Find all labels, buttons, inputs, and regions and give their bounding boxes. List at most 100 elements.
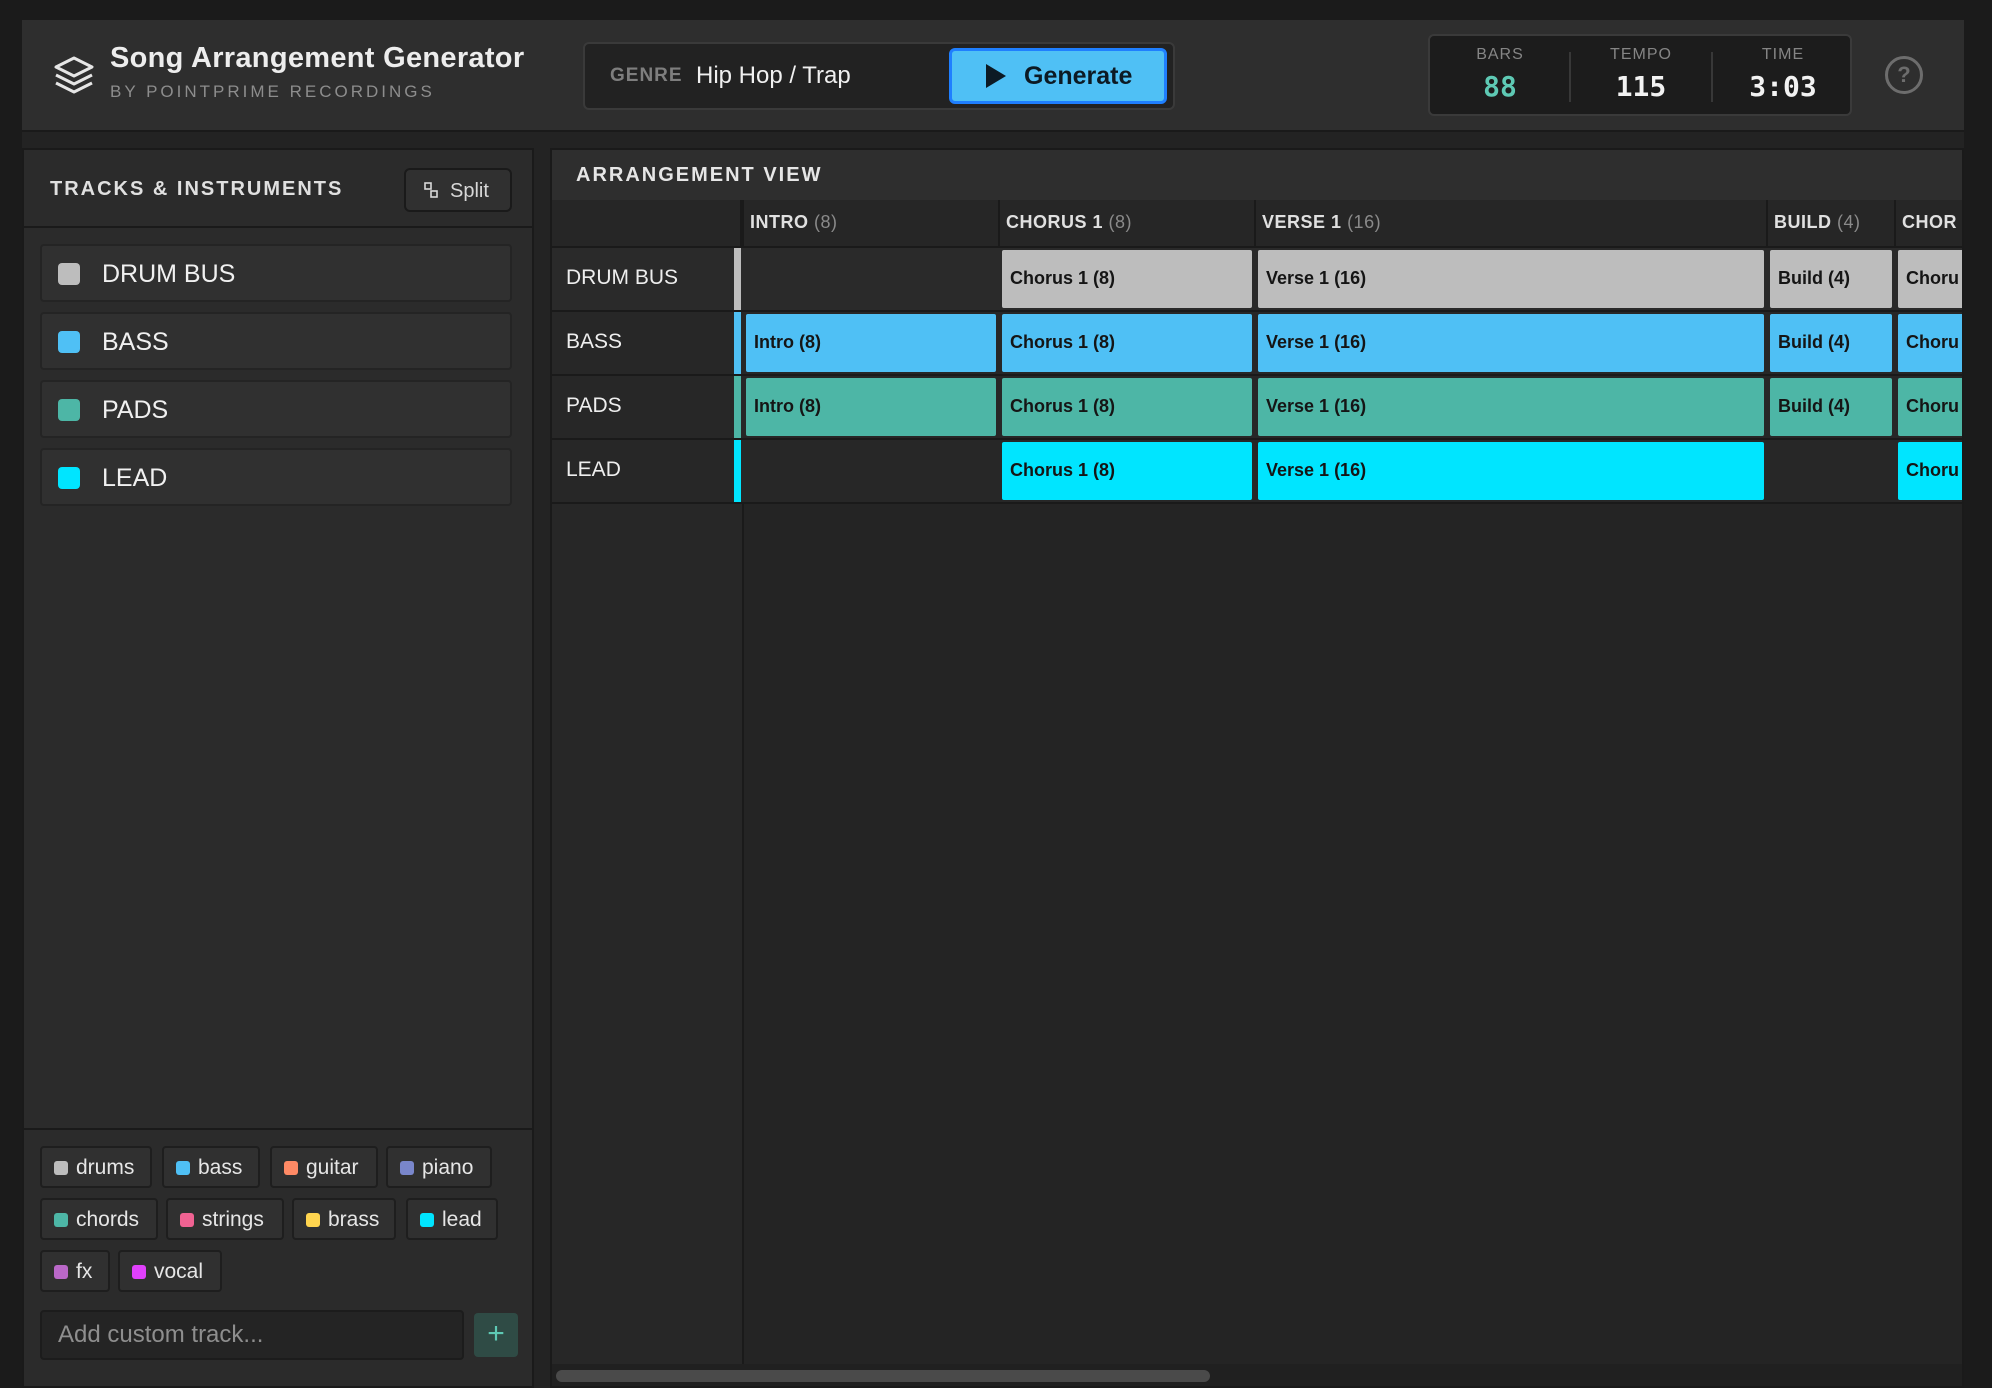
clip[interactable]: Build (4) (1770, 250, 1892, 308)
tracks-panel: TRACKS & INSTRUMENTS Split DRUM BUS BASS… (22, 148, 534, 1388)
clip[interactable]: Intro (8) (746, 314, 996, 372)
custom-track-input[interactable] (40, 1310, 464, 1360)
clip[interactable]: Chorus 1 (8) (1002, 442, 1252, 500)
scrollbar-thumb[interactable] (556, 1370, 1210, 1382)
preset-chip-strings[interactable]: strings (166, 1198, 284, 1240)
clip[interactable]: Choru (1898, 250, 1962, 308)
preset-label: strings (202, 1208, 264, 1231)
add-track-button[interactable]: + (474, 1313, 518, 1357)
clip[interactable]: Choru (1898, 314, 1962, 372)
clip[interactable]: Choru (1898, 442, 1962, 500)
section-name: CHORUS 1 (1006, 212, 1104, 232)
clip-label: Chorus 1 (8) (1010, 460, 1116, 480)
track-row-accent (734, 248, 741, 310)
preset-chip-piano[interactable]: piano (386, 1146, 492, 1188)
clip-label: Chorus 1 (8) (1010, 332, 1116, 352)
split-button[interactable]: Split (404, 168, 512, 212)
section-bars: (8) (1108, 212, 1133, 232)
track-item-pads[interactable]: PADS (40, 380, 512, 438)
clip-label: Build (4) (1778, 332, 1850, 352)
track-color-swatch (58, 331, 80, 353)
clip-label: Intro (8) (754, 332, 821, 352)
track-row-label: PADS (566, 394, 622, 417)
split-icon (424, 182, 438, 198)
arrangement-header: ARRANGEMENT VIEW (552, 150, 1962, 200)
preset-chip-fx[interactable]: fx (40, 1250, 110, 1292)
section-header-intro[interactable]: INTRO (8) (742, 200, 998, 248)
clip-label: Choru (1906, 332, 1959, 352)
track-color-swatch (58, 467, 80, 489)
stat-bars: BARS 88 (1430, 36, 1570, 114)
track-name: PADS (102, 396, 169, 424)
genre-label: GENRE (610, 65, 683, 86)
preset-color-dot (284, 1161, 298, 1175)
clip-label: Choru (1906, 268, 1959, 288)
clip-label: Build (4) (1778, 268, 1850, 288)
clip[interactable]: Build (4) (1770, 314, 1892, 372)
section-header-verse-1[interactable]: VERSE 1 (16) (1254, 200, 1766, 248)
preset-label: fx (76, 1260, 93, 1283)
preset-chip-lead[interactable]: lead (406, 1198, 498, 1240)
section-header-chorus-1[interactable]: CHORUS 1 (8) (998, 200, 1254, 248)
track-item-lead[interactable]: LEAD (40, 448, 512, 506)
preset-color-dot (54, 1213, 68, 1227)
stat-value: 88 (1483, 70, 1517, 103)
clip[interactable]: Verse 1 (16) (1258, 442, 1764, 500)
preset-label: lead (442, 1208, 482, 1231)
help-icon[interactable]: ? (1885, 56, 1923, 94)
preset-chip-guitar[interactable]: guitar (270, 1146, 378, 1188)
clip-label: Verse 1 (16) (1266, 268, 1367, 288)
song-stats: BARS 88 TEMPO 115 TIME 3:03 (1428, 34, 1852, 116)
track-name: LEAD (102, 464, 168, 492)
section-name: CHOR (1902, 212, 1957, 232)
clip[interactable]: Chorus 1 (8) (1002, 378, 1252, 436)
play-icon (986, 64, 1006, 88)
track-row-accent (734, 376, 741, 438)
clip[interactable]: Intro (8) (746, 378, 996, 436)
preset-color-dot (54, 1265, 68, 1279)
preset-label: chords (76, 1208, 140, 1231)
preset-color-dot (176, 1161, 190, 1175)
genre-value[interactable]: Hip Hop / Trap (696, 62, 851, 90)
app-frame: Song Arrangement Generator BY POINTPRIME… (22, 20, 1964, 1388)
clip[interactable]: Verse 1 (16) (1258, 314, 1764, 372)
preset-color-dot (180, 1213, 194, 1227)
app-title: Song Arrangement Generator (110, 42, 525, 74)
clip[interactable]: Verse 1 (16) (1258, 250, 1764, 308)
track-row-drum-bus: DRUM BUS Chorus 1 (8) Verse 1 (16) Build… (552, 248, 1962, 312)
preset-chip-brass[interactable]: brass (292, 1198, 396, 1240)
stat-value: 3:03 (1749, 70, 1817, 103)
preset-color-dot (420, 1213, 434, 1227)
preset-label: brass (328, 1208, 380, 1231)
horizontal-scrollbar[interactable] (552, 1364, 1962, 1386)
section-bars: (16) (1347, 212, 1382, 232)
preset-color-dot (54, 1161, 68, 1175)
tracks-panel-title: TRACKS & INSTRUMENTS (50, 178, 344, 200)
preset-chip-chords[interactable]: chords (40, 1198, 158, 1240)
clip[interactable]: Chorus 1 (8) (1002, 314, 1252, 372)
split-label: Split (450, 180, 489, 202)
track-color-swatch (58, 399, 80, 421)
stat-label: TEMPO (1610, 46, 1672, 63)
track-row-label: LEAD (566, 458, 621, 481)
clip[interactable]: Build (4) (1770, 378, 1892, 436)
section-name: VERSE 1 (1262, 212, 1342, 232)
stat-time: TIME 3:03 (1713, 36, 1853, 114)
clip[interactable]: Choru (1898, 378, 1962, 436)
generate-button[interactable]: Generate (949, 48, 1167, 104)
genre-selector[interactable]: GENRE Hip Hop / Trap Generate (583, 42, 1175, 110)
clip[interactable]: Chorus 1 (8) (1002, 250, 1252, 308)
clip-label: Verse 1 (16) (1266, 396, 1367, 416)
preset-chip-vocal[interactable]: vocal (118, 1250, 222, 1292)
section-bars: (8) (814, 212, 838, 232)
clip[interactable]: Verse 1 (16) (1258, 378, 1764, 436)
clip-label: Chorus 1 (8) (1010, 396, 1116, 416)
track-item-bass[interactable]: BASS (40, 312, 512, 370)
section-name: INTRO (750, 212, 809, 232)
track-item-drum-bus[interactable]: DRUM BUS (40, 244, 512, 302)
section-header-chorus-2[interactable]: CHOR (1894, 200, 1962, 248)
generate-label: Generate (1024, 62, 1133, 90)
preset-chip-bass[interactable]: bass (162, 1146, 260, 1188)
preset-chip-drums[interactable]: drums (40, 1146, 152, 1188)
section-header-build[interactable]: BUILD (4) (1766, 200, 1894, 248)
